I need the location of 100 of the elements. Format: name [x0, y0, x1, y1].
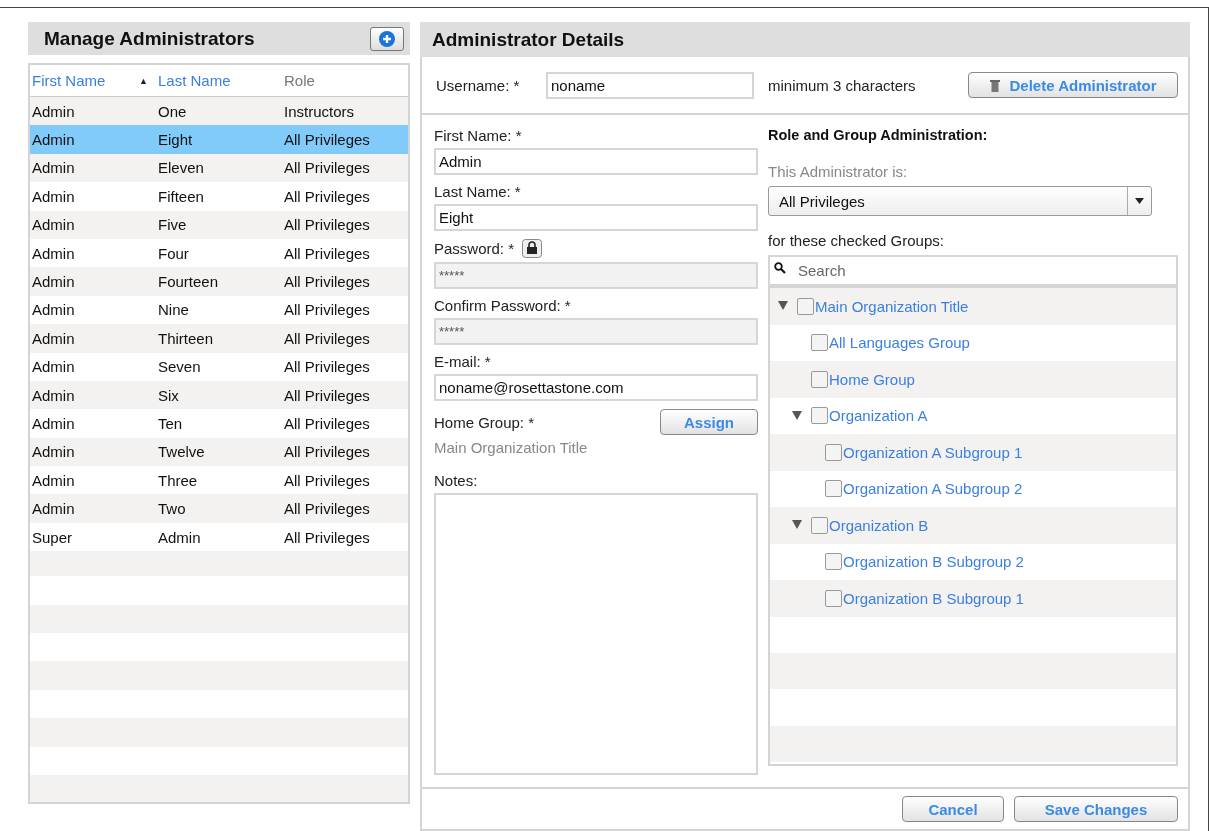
table-cell-text: Admin: [32, 187, 76, 205]
table-cell-text: All Privileges: [284, 358, 371, 376]
expand-arrow-icon[interactable]: [792, 520, 802, 530]
table-cell-text: Six: [158, 386, 180, 404]
table-cell-text: All Privileges: [284, 244, 371, 262]
column-header[interactable]: Last Name: [158, 72, 284, 89]
section-title: Role and Group Administration:: [768, 127, 989, 143]
field-label: First Name: *: [434, 127, 522, 144]
table-cell-text: Super: [32, 528, 74, 546]
table-cell-text: Ten: [158, 415, 184, 432]
expand-arrow-icon[interactable]: [778, 301, 788, 311]
table-cell-text: All Privileges: [284, 415, 371, 432]
role-label: This Administrator is:: [768, 163, 909, 180]
table-cell-text: Admin: [32, 273, 76, 291]
plus-icon: [379, 30, 395, 47]
checkbox[interactable]: [811, 516, 828, 534]
table-row[interactable]: Admin Eight All Privileges: [30, 125, 408, 154]
table-cell-text: Three: [158, 471, 199, 489]
sort-indicator: ▲: [139, 75, 148, 86]
table-cell-text: One: [158, 102, 188, 120]
table-cell-text: Eight: [158, 131, 194, 149]
group-label[interactable]: Organization A Subgroup 1: [843, 443, 1023, 461]
group-label[interactable]: Organization A: [829, 407, 928, 425]
table-cell-text: Instructors: [284, 102, 356, 120]
table-cell-text: Admin: [32, 102, 76, 120]
table-cell-text: All Privileges: [284, 443, 371, 461]
table-cell-text: Admin: [158, 528, 202, 546]
table-cell-text: Fourteen: [158, 273, 220, 291]
field-label: Notes:: [434, 472, 479, 489]
search-field[interactable]: Search: [768, 255, 1178, 286]
table-cell-text: Admin: [32, 386, 76, 404]
group-label[interactable]: Organization B: [829, 516, 929, 534]
checkbox[interactable]: [811, 334, 828, 352]
checkbox[interactable]: [825, 480, 842, 498]
table-cell-text: Admin: [32, 131, 76, 149]
checkbox[interactable]: [811, 370, 828, 388]
checkbox[interactable]: [825, 443, 842, 461]
text-field[interactable]: Admin: [434, 148, 758, 175]
table-cell-text: All Privileges: [284, 386, 371, 404]
caret-icon: [1135, 198, 1144, 204]
group-label[interactable]: Organization B Subgroup 2: [843, 553, 1024, 571]
username-field[interactable]: noname: [546, 71, 754, 99]
table-cell-text: Five: [158, 216, 188, 234]
table-cell-text: All Privileges: [284, 159, 371, 177]
home-group-value: Main Organization Title: [434, 439, 589, 456]
notes-field[interactable]: [434, 493, 758, 775]
table-cell-text: Twelve: [158, 443, 206, 461]
panel-title: Manage Administrators: [44, 27, 255, 50]
table-cell-text: Seven: [158, 358, 202, 376]
table-cell-text: All Privileges: [284, 131, 371, 149]
table-cell-text: Two: [158, 500, 187, 518]
table-cell-text: Admin: [32, 500, 76, 518]
role-dropdown[interactable]: All Privileges: [768, 186, 1152, 216]
checkbox[interactable]: [797, 297, 814, 315]
group-label[interactable]: Home Group: [829, 370, 915, 388]
column-header: Role: [284, 72, 316, 89]
table-cell-text: Admin: [32, 159, 76, 177]
table-cell-text: All Privileges: [284, 471, 371, 489]
table-cell-text: Admin: [32, 301, 76, 319]
field-label: for these checked Groups:: [768, 232, 945, 249]
column-header[interactable]: First Name ▲: [32, 72, 158, 89]
lock-icon[interactable]: [522, 239, 543, 258]
table-cell-text: All Privileges: [284, 329, 371, 347]
table-cell-text: All Privileges: [284, 500, 371, 518]
field-label: Username: *: [436, 76, 521, 94]
table-cell-text: All Privileges: [284, 528, 371, 546]
table-cell-text: Admin: [32, 244, 76, 262]
table-cell-text: Admin: [32, 358, 76, 376]
group-label[interactable]: All Languages Group: [829, 334, 970, 352]
field-label: Password: *: [434, 240, 515, 257]
add-button[interactable]: [370, 26, 404, 51]
checkbox[interactable]: [825, 589, 842, 607]
table-cell-text: Thirteen: [158, 329, 215, 347]
field-label: Last Name: *: [434, 183, 521, 200]
field-label: Confirm Password: *: [434, 297, 571, 314]
table-cell-text: Eleven: [158, 159, 205, 177]
checkbox[interactable]: [825, 553, 842, 571]
table-cell-text: Admin: [32, 443, 76, 461]
panel-title: Administrator Details: [432, 28, 625, 51]
table-cell-text: All Privileges: [284, 273, 371, 291]
table-cell-text: Admin: [32, 471, 76, 489]
group-label[interactable]: Organization B Subgroup 1: [843, 589, 1024, 607]
text-field[interactable]: Eight: [434, 204, 758, 231]
hint-text: minimum 3 characters: [768, 76, 917, 94]
table-cell-text: All Privileges: [284, 216, 371, 234]
table-cell-text: All Privileges: [284, 187, 371, 205]
table-cell-text: Nine: [158, 301, 190, 319]
table-cell-text: Admin: [32, 216, 76, 234]
trash-icon: [989, 78, 1000, 92]
field-label: Home Group: *: [434, 413, 535, 431]
checkbox[interactable]: [811, 407, 828, 425]
expand-arrow-icon[interactable]: [792, 410, 802, 420]
text-field[interactable]: noname@rosettastone.com: [434, 374, 758, 401]
table-cell-text: Admin: [32, 415, 76, 432]
field-label: E-mail: *: [434, 353, 491, 370]
table-cell-text: Four: [158, 244, 190, 262]
table-cell-text: Admin: [32, 329, 76, 347]
group-label[interactable]: Organization A Subgroup 2: [843, 480, 1023, 498]
table-cell-text: Fifteen: [158, 187, 205, 205]
group-label[interactable]: Main Organization Title: [815, 297, 969, 315]
